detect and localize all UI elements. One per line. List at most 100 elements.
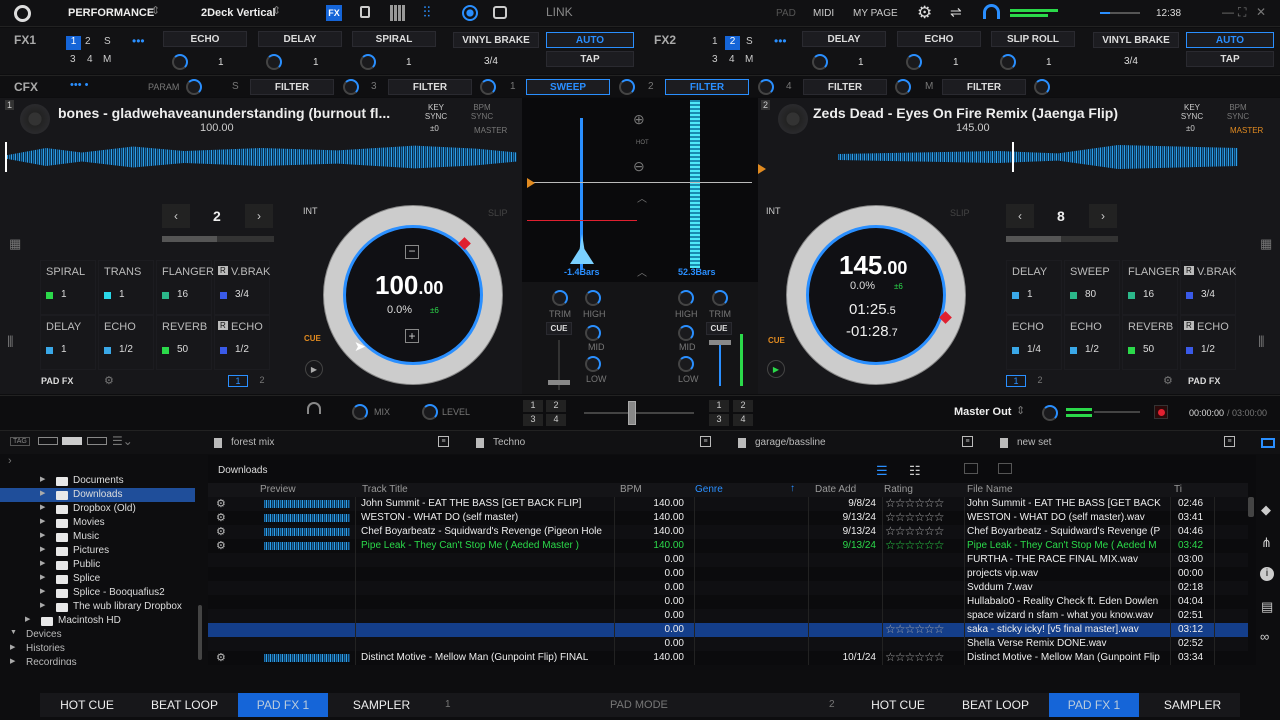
cf-assign-right-1[interactable]: 1 <box>709 400 729 412</box>
mixer2-low-knob[interactable] <box>678 356 694 372</box>
fx1-effect-1-select[interactable]: ECHO <box>163 31 247 47</box>
deck1-pitch-bar[interactable] <box>162 236 274 242</box>
connect-icon[interactable]: ⇌ <box>950 4 962 21</box>
deck2-fx-pad[interactable]: DELAY 1 <box>1006 260 1062 315</box>
cfx-filter-5[interactable]: FILTER <box>942 79 1026 95</box>
deck2-grid-icon[interactable]: ▦ <box>1260 236 1272 252</box>
fx1-knob-2[interactable] <box>266 54 282 70</box>
fx2-beat-3[interactable]: 1 <box>1046 57 1052 68</box>
right-hot-cue-button[interactable]: HOT CUE <box>851 693 945 717</box>
deck2-side-handle-icon[interactable]: ⦀ <box>1258 334 1265 351</box>
cf-assign-left-1[interactable]: 1 <box>523 400 543 412</box>
tree-scrollbar[interactable] <box>198 605 202 660</box>
deck1-fx-pad[interactable]: FLANGER 16 <box>156 260 214 315</box>
fx2-tap-button[interactable]: TAP <box>1186 51 1274 67</box>
column-header[interactable]: Ti <box>1174 484 1182 495</box>
tree-arrow-icon[interactable]: ▶ <box>40 475 45 483</box>
deck1-fx-pad[interactable]: SPIRAL 1 <box>40 260 96 315</box>
tree-item[interactable]: ▶ Public <box>0 558 195 572</box>
tree-arrow-icon[interactable]: ▼ <box>10 629 17 636</box>
cf-assign-left-3[interactable]: 3 <box>523 414 543 426</box>
deck2-fx-pad[interactable]: R ECHO 1/2 <box>1180 315 1236 370</box>
mixer1-mid-knob[interactable] <box>585 325 601 341</box>
record-icon[interactable] <box>462 5 478 21</box>
left-beat-loop-button[interactable]: BEAT LOOP <box>137 693 232 717</box>
playlist-tab-menu-icon[interactable]: ≡ <box>700 436 711 447</box>
cfx-knob-5[interactable] <box>895 79 911 95</box>
deck2-int-label[interactable]: INT <box>766 206 781 216</box>
deck1-minus-icon[interactable]: − <box>405 245 419 259</box>
playlist-tab[interactable]: new set <box>1017 437 1051 448</box>
fx2-knob-2[interactable] <box>906 54 922 70</box>
mixer2-volume-fader[interactable] <box>719 340 721 386</box>
deck2-fx-pad[interactable]: REVERB 50 <box>1122 315 1178 370</box>
view-mode-3-icon[interactable] <box>87 437 107 445</box>
deck2-fx-pad[interactable]: ECHO 1/4 <box>1006 315 1062 370</box>
fx2-knob-1[interactable] <box>812 54 828 70</box>
view-mode-2-icon[interactable] <box>62 437 82 445</box>
cfx-filter-3[interactable]: FILTER <box>665 79 749 95</box>
tree-arrow-icon[interactable]: ▶ <box>10 657 15 665</box>
tree-arrow-icon[interactable]: ▶ <box>40 517 45 525</box>
deck-mode-chevron-icon[interactable]: ⇕ <box>272 4 281 17</box>
fx1-beat-2[interactable]: 1 <box>313 57 319 68</box>
tree-expand-icon[interactable]: › <box>8 455 12 467</box>
deck1-play-button[interactable]: ▶ <box>305 360 323 378</box>
deck1-fx-pad[interactable]: R ECHO 1/2 <box>214 315 270 370</box>
fx1-knob-3[interactable] <box>360 54 376 70</box>
cf-assign-left-2[interactable]: 2 <box>546 400 566 412</box>
record-button[interactable] <box>1154 405 1168 419</box>
close-icon[interactable]: ✕ <box>1256 5 1266 19</box>
track-preview-waveform[interactable] <box>264 500 350 508</box>
track-preview-waveform[interactable] <box>264 542 350 550</box>
track-rating[interactable]: ☆☆☆☆☆☆ <box>885 524 944 538</box>
cfx-filter-4[interactable]: FILTER <box>803 79 887 95</box>
fx2-slot-3[interactable]: 3 <box>712 54 718 65</box>
deck2-slip-label[interactable]: SLIP <box>950 208 970 218</box>
deck2-key-sync[interactable]: KEY SYNC <box>1178 103 1206 121</box>
deck1-loop-next-button[interactable]: › <box>245 204 273 228</box>
zoom-out-icon[interactable]: ⊖ <box>633 158 645 175</box>
deck1-grid-icon[interactable]: ▦ <box>9 236 21 252</box>
left-hot-cue-button[interactable]: HOT CUE <box>40 693 134 717</box>
link-icon[interactable]: ∞ <box>1260 629 1269 644</box>
table-row[interactable]: 0.00 Svddum 7.wav 02:18 <box>208 581 1248 595</box>
track-rating[interactable]: ☆☆☆☆☆☆ <box>885 510 944 524</box>
column-header[interactable]: Date Add <box>815 484 856 495</box>
link-button[interactable]: LINK <box>546 5 573 19</box>
crossfader-handle[interactable] <box>628 401 636 425</box>
playlist-tab[interactable]: Techno <box>493 437 525 448</box>
table-row[interactable]: 0.00 FURTHA - THE RACE FINAL MIX.wav 03:00 <box>208 553 1248 567</box>
tree-arrow-icon[interactable]: ▶ <box>40 489 45 497</box>
tree-arrow-icon[interactable]: ▶ <box>40 601 45 609</box>
column-header[interactable]: File Name <box>967 484 1013 495</box>
cfx-sweep-button[interactable]: SWEEP <box>526 79 610 95</box>
deck1-bpm-sync[interactable]: BPM SYNC <box>470 103 494 121</box>
deck2-cue-button[interactable]: CUE <box>768 336 785 345</box>
table-row[interactable]: ⚙ John Summit - EAT THE BASS [GET BACK FL… <box>208 496 1248 511</box>
deck1-side-handle-icon[interactable]: ⦀ <box>7 334 14 351</box>
panel-mode-2-icon[interactable] <box>998 463 1012 474</box>
track-preview-waveform[interactable] <box>264 654 350 662</box>
fx1-more-icon[interactable]: ••• <box>132 34 145 48</box>
level-knob[interactable] <box>422 404 438 420</box>
tree-arrow-icon[interactable]: ▶ <box>10 643 15 651</box>
deck2-overview-waveform[interactable] <box>838 145 1238 169</box>
fx2-effect-3-select[interactable]: SLIP ROLL <box>991 31 1075 47</box>
deck1-cue-button[interactable]: CUE <box>304 334 321 343</box>
tag-button[interactable]: TAG <box>10 437 30 446</box>
fx2-knob-3[interactable] <box>1000 54 1016 70</box>
tree-item[interactable]: ▶ Splice <box>0 572 195 586</box>
cfx-filter-1[interactable]: FILTER <box>250 79 334 95</box>
mixer2-trim-knob[interactable] <box>712 290 728 306</box>
deck2-play-button[interactable]: ▶ <box>767 360 785 378</box>
fx2-effect-2-select[interactable]: ECHO <box>897 31 981 47</box>
track-scrollbar[interactable] <box>1248 497 1254 517</box>
pad-button[interactable]: PAD <box>776 8 796 19</box>
layout-chevron-icon[interactable]: ⇕ <box>151 4 160 17</box>
track-settings-icon[interactable]: ⚙ <box>216 651 226 664</box>
fx1-beat-fraction[interactable]: 3/4 <box>484 56 498 67</box>
fx2-slot-2[interactable]: 2 <box>725 36 740 50</box>
deck1-master-button[interactable]: MASTER <box>474 126 507 135</box>
track-settings-icon[interactable]: ⚙ <box>216 539 226 552</box>
